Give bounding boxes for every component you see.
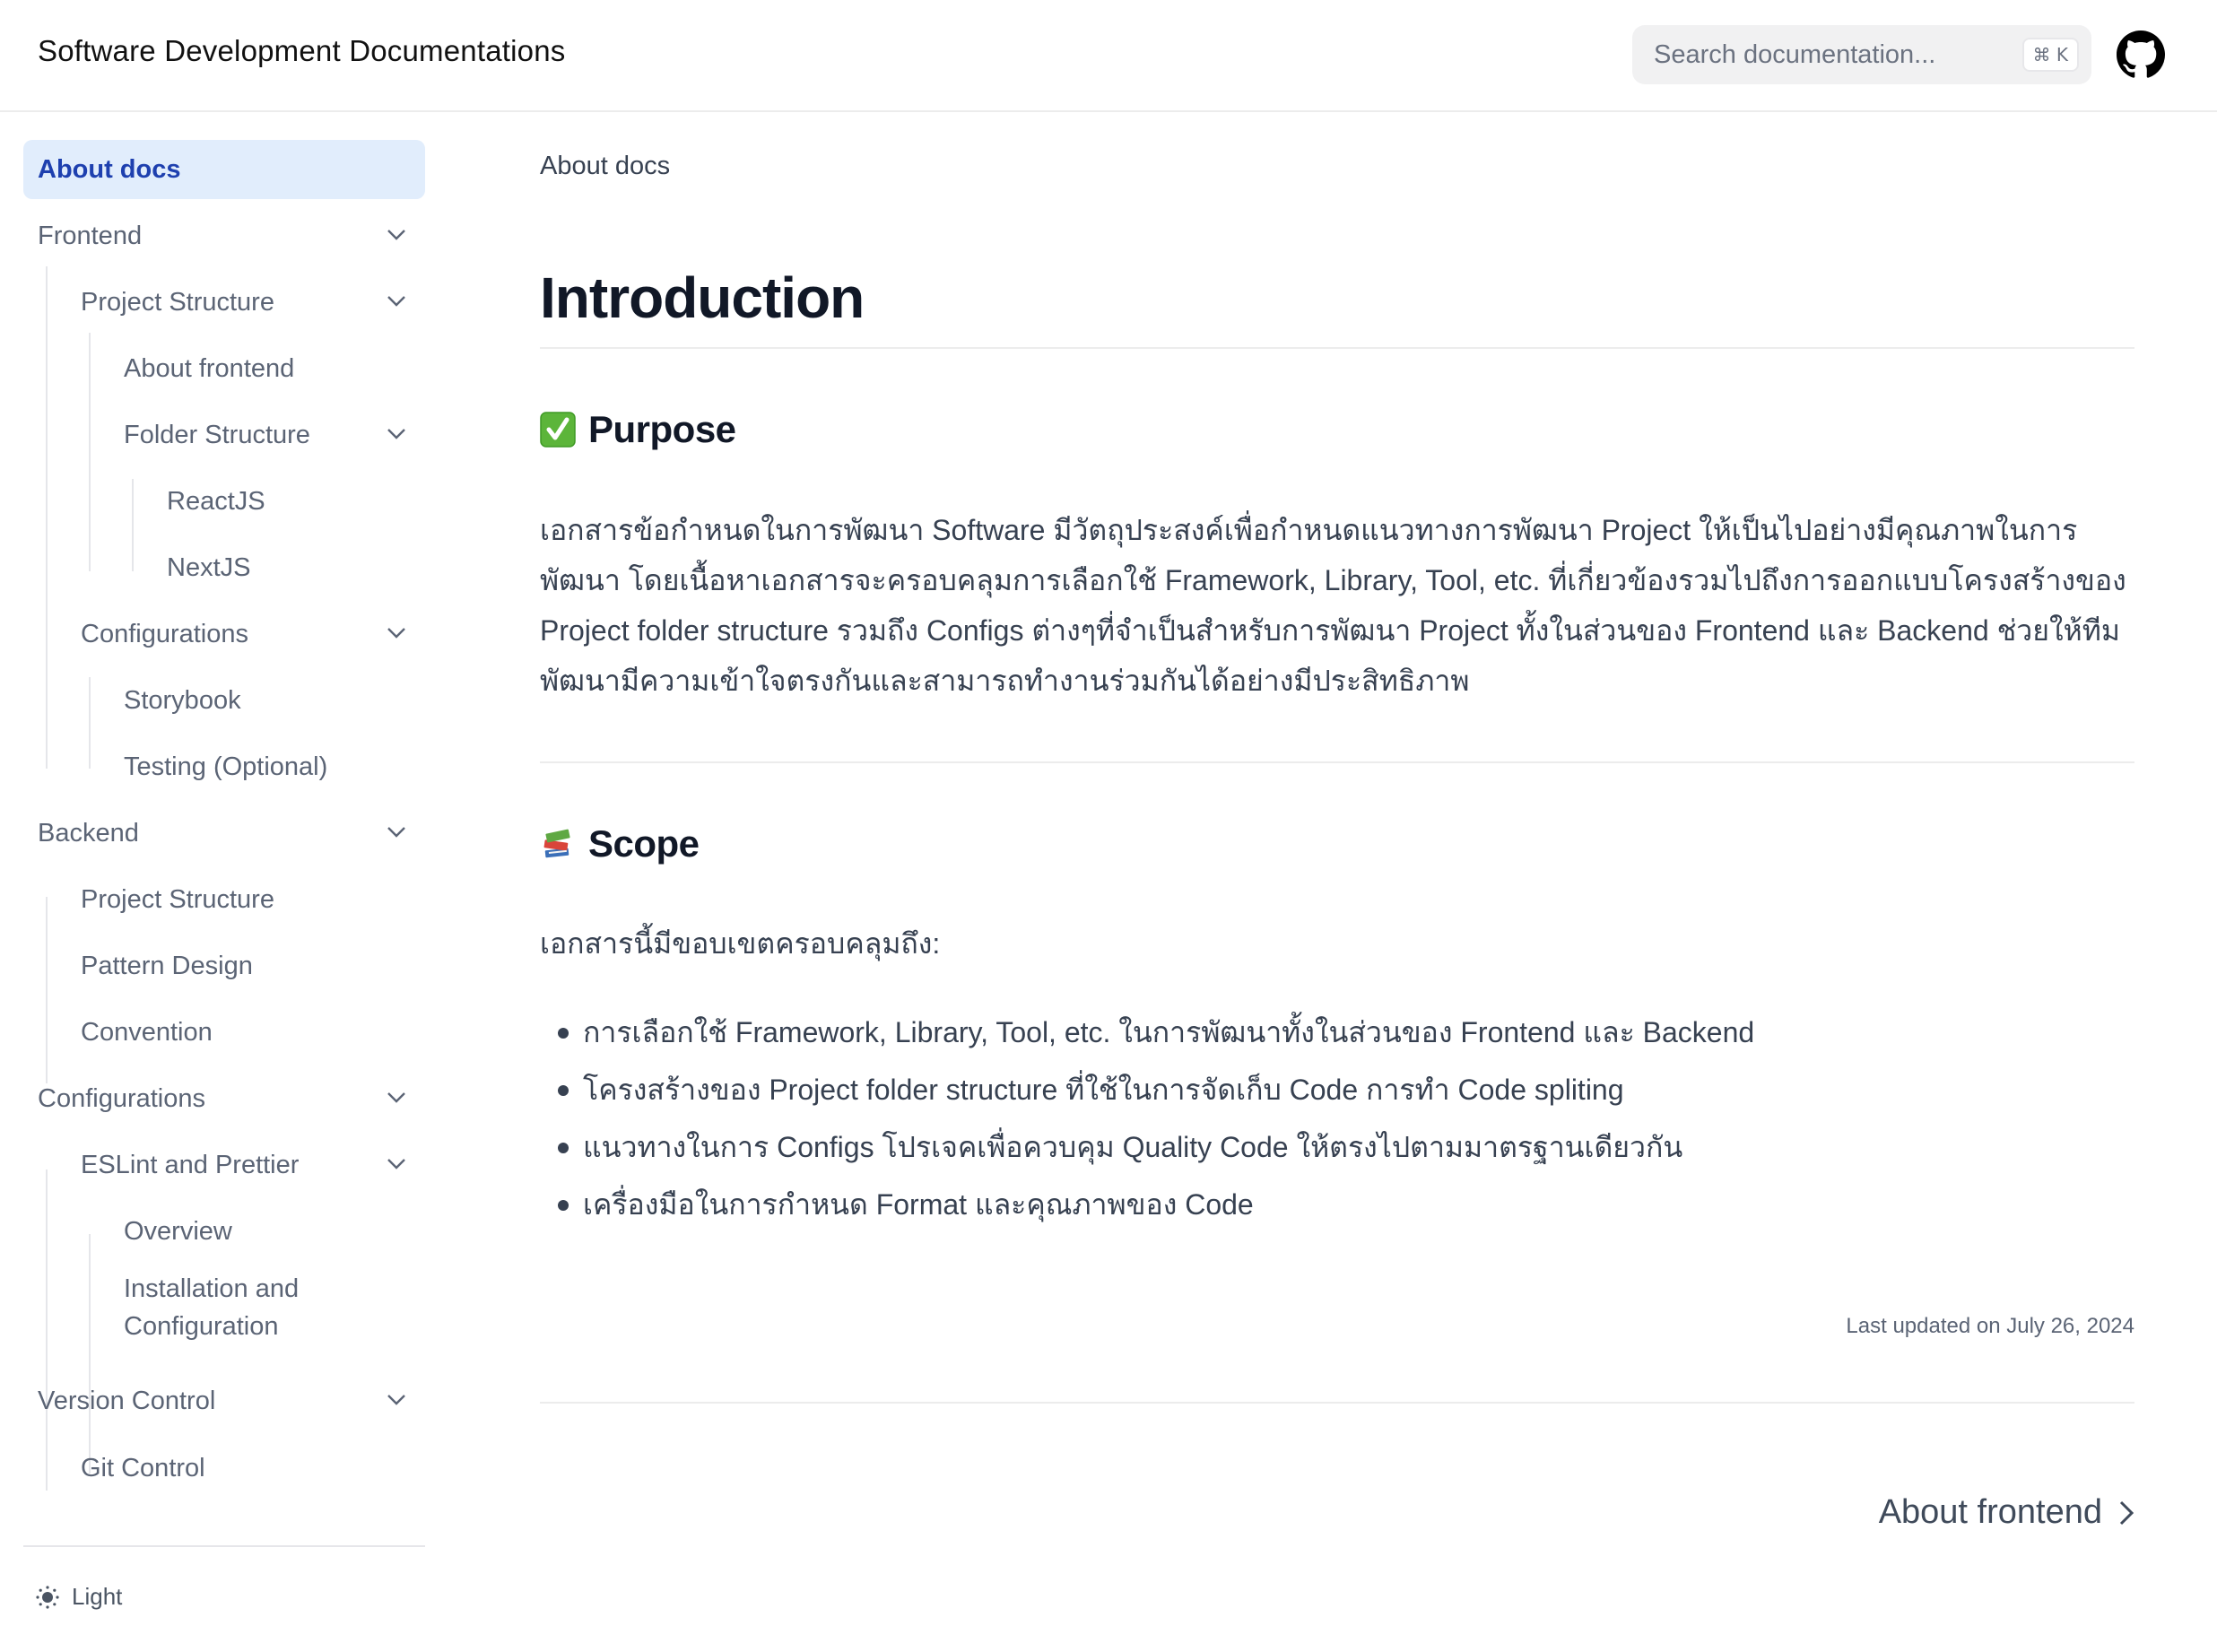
sidebar-item-frontend[interactable]: Frontend: [23, 206, 425, 265]
chevron-right-icon: [2119, 1500, 2134, 1525]
sidebar-item-folder-structure[interactable]: Folder Structure: [23, 405, 425, 465]
chevron-down-icon[interactable]: [386, 1091, 407, 1105]
chevron-down-icon[interactable]: [386, 1157, 407, 1171]
next-page-link[interactable]: About frontend: [1879, 1493, 2134, 1532]
github-icon[interactable]: [2117, 30, 2165, 79]
sidebar-item-about-frontend[interactable]: About frontend: [23, 339, 425, 398]
next-page-label: About frontend: [1878, 1493, 2102, 1531]
top-header: Software Development Documentations ⌘ K: [0, 0, 2217, 112]
sidebar-item-label: Testing (Optional): [124, 752, 328, 781]
last-updated: Last updated on July 26, 2024: [1846, 1314, 2134, 1338]
chevron-down-icon[interactable]: [386, 626, 407, 640]
sidebar-item-label: About docs: [38, 154, 181, 184]
sidebar-item-git-control[interactable]: Git Control: [23, 1439, 425, 1498]
sidebar-item-label: Pattern Design: [81, 951, 253, 980]
sidebar-item-label: Overview: [124, 1216, 232, 1246]
keyboard-shortcut-badge: ⌘ K: [2021, 38, 2079, 72]
sidebar-item-version-control[interactable]: Version Control: [23, 1371, 425, 1430]
sidebar-item-label: Configurations: [38, 1083, 205, 1113]
sidebar-nav: About docs Frontend Project Structure Ab…: [0, 112, 448, 1652]
sidebar-item-label: Storybook: [124, 685, 241, 715]
sidebar-item-frontend-project-structure[interactable]: Project Structure: [23, 273, 425, 332]
sidebar-item-label: Frontend: [38, 221, 143, 250]
search-box[interactable]: ⌘ K: [1632, 25, 2091, 84]
chevron-down-icon[interactable]: [386, 427, 407, 441]
sun-icon: [36, 1585, 59, 1609]
scope-list: การเลือกใช้ Framework, Library, Tool, et…: [540, 1004, 2134, 1233]
sidebar-item-label: Folder Structure: [124, 420, 310, 449]
theme-toggle-label: Light: [72, 1583, 123, 1610]
purpose-paragraph: เอกสารข้อกำหนดในการพัฒนา Software มีวัตถ…: [540, 514, 2126, 697]
section-heading-scope: Scope: [540, 822, 700, 865]
chevron-down-icon[interactable]: [386, 228, 407, 242]
sidebar-item-frontend-configurations[interactable]: Configurations: [23, 604, 425, 664]
section-heading-text: Purpose: [588, 408, 736, 450]
sidebar-item-label: Convention: [81, 1017, 213, 1047]
sidebar-item-label: NextJS: [167, 552, 251, 582]
sidebar-item-label: Installation and Configuration: [124, 1274, 300, 1341]
breadcrumb[interactable]: About docs: [540, 152, 670, 181]
sidebar-item-about-docs[interactable]: About docs: [23, 140, 425, 199]
scope-intro: เอกสารนี้มีขอบเขตครอบคลุมถึง:: [540, 927, 941, 960]
sidebar-item-eslint-prettier[interactable]: ESLint and Prettier: [23, 1135, 425, 1195]
section-divider: [540, 761, 2134, 763]
section-heading-purpose: Purpose: [540, 408, 736, 451]
check-mark-icon: [540, 412, 576, 448]
sidebar-item-label: Version Control: [38, 1386, 216, 1415]
sidebar-item-testing[interactable]: Testing (Optional): [23, 737, 425, 796]
sidebar-item-pattern-design[interactable]: Pattern Design: [23, 936, 425, 996]
sidebar-item-backend[interactable]: Backend: [23, 804, 425, 863]
chevron-down-icon[interactable]: [386, 294, 407, 309]
title-divider: [540, 347, 2134, 349]
sidebar-divider: [23, 1545, 425, 1547]
search-input[interactable]: [1654, 25, 1995, 84]
list-item: โครงสร้างของ Project folder structure ที…: [540, 1061, 2134, 1118]
books-icon: [543, 829, 570, 858]
sidebar-item-label: Project Structure: [81, 287, 274, 317]
page-title: Introduction: [540, 265, 865, 330]
sidebar-item-storybook[interactable]: Storybook: [23, 671, 425, 730]
sidebar-item-configurations[interactable]: Configurations: [23, 1069, 425, 1128]
sidebar-item-label: ReactJS: [167, 486, 265, 516]
sidebar-item-convention[interactable]: Convention: [23, 1003, 425, 1062]
sidebar-item-label: Project Structure: [81, 884, 274, 914]
section-heading-text: Scope: [588, 822, 700, 865]
sidebar-item-label: Backend: [38, 818, 139, 848]
sidebar-item-label: About frontend: [124, 353, 295, 383]
sidebar-item-reactjs[interactable]: ReactJS: [23, 472, 425, 531]
site-title[interactable]: Software Development Documentations: [38, 34, 565, 68]
list-item: การเลือกใช้ Framework, Library, Tool, et…: [540, 1004, 2134, 1061]
sidebar-item-nextjs[interactable]: NextJS: [23, 538, 425, 597]
chevron-down-icon[interactable]: [386, 1393, 407, 1407]
list-item: เครื่องมือในการกำหนด Format และคุณภาพของ…: [540, 1176, 2134, 1233]
footer-divider: [540, 1402, 2134, 1404]
sidebar-item-label: Configurations: [81, 619, 248, 648]
list-item: แนวทางในการ Configs โปรเจคเพื่อควบคุม Qu…: [540, 1118, 2134, 1176]
sidebar-item-installation-configuration[interactable]: Installation and Configuration: [23, 1268, 425, 1354]
sidebar-item-backend-project-structure[interactable]: Project Structure: [23, 870, 425, 929]
chevron-down-icon[interactable]: [386, 825, 407, 839]
sidebar-item-overview[interactable]: Overview: [23, 1202, 425, 1261]
sidebar-item-label: ESLint and Prettier: [81, 1150, 300, 1179]
theme-toggle[interactable]: Light: [36, 1583, 122, 1611]
sidebar-item-label: Git Control: [81, 1453, 205, 1482]
